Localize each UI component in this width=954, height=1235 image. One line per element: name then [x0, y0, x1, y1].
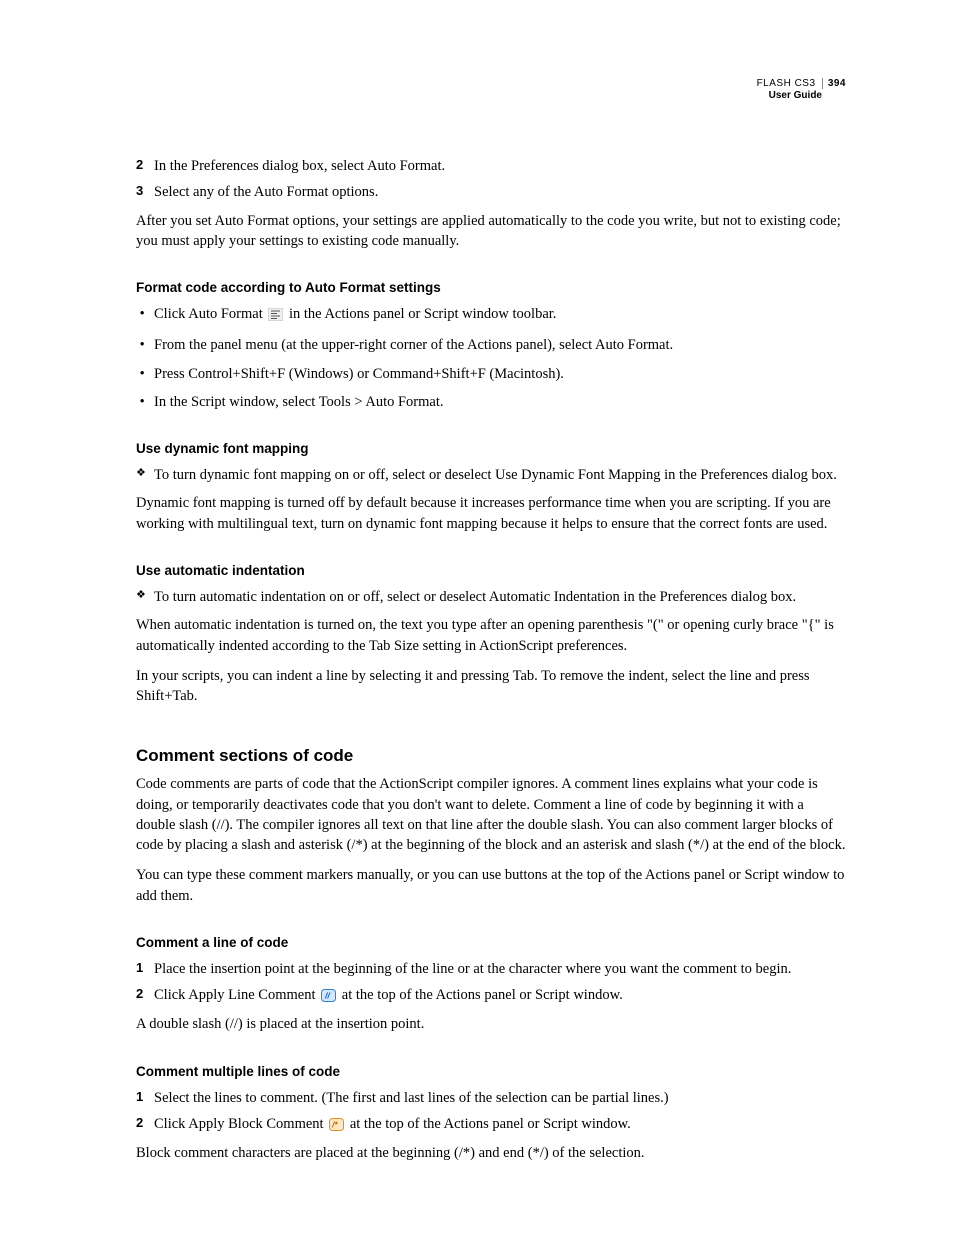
step-item: 1 Select the lines to comment. (The firs…	[136, 1088, 846, 1108]
svg-text:/*: /*	[331, 1119, 338, 1129]
paragraph: When automatic indentation is turned on,…	[136, 615, 846, 656]
text-run: at the top of the Actions panel or Scrip…	[338, 987, 623, 1003]
heading-auto-indent: Use automatic indentation	[136, 562, 846, 581]
text-run: Click Auto Format	[154, 306, 266, 322]
step-item: 2 Click Apply Line Comment // at the top…	[136, 985, 846, 1008]
bullet-text: From the panel menu (at the upper-right …	[154, 335, 846, 355]
line-comment-icon: //	[321, 988, 336, 1008]
bullet-text: In the Script window, select Tools > Aut…	[154, 392, 846, 412]
step-item: 2 Click Apply Block Comment /* at the to…	[136, 1114, 846, 1137]
page: FLASH CS3 394 User Guide 2 In the Prefer…	[0, 0, 954, 1235]
step-number: 2	[136, 156, 154, 176]
bullet-item: • From the panel menu (at the upper-righ…	[136, 335, 846, 355]
text-run: Click Apply Block Comment	[154, 1116, 327, 1132]
step-item: 1 Place the insertion point at the begin…	[136, 959, 846, 979]
diamond-marker: ❖	[136, 587, 154, 607]
text-run: at the top of the Actions panel or Scrip…	[346, 1116, 631, 1132]
bullet-marker: •	[136, 304, 154, 327]
page-header: FLASH CS3 394 User Guide	[757, 78, 846, 102]
paragraph: Block comment characters are placed at t…	[136, 1143, 846, 1163]
step-number: 2	[136, 1114, 154, 1137]
paragraph: You can type these comment markers manua…	[136, 865, 846, 906]
bullet-text: Press Control+Shift+F (Windows) or Comma…	[154, 364, 846, 384]
step-item: 3 Select any of the Auto Format options.	[136, 182, 846, 202]
bullet-text: To turn automatic indentation on or off,…	[154, 587, 846, 607]
block-comment-icon: /*	[329, 1117, 344, 1137]
bullet-marker: •	[136, 392, 154, 412]
heading-dynamic-font: Use dynamic font mapping	[136, 440, 846, 459]
step-text: Click Apply Block Comment /* at the top …	[154, 1114, 846, 1137]
bullet-item: • In the Script window, select Tools > A…	[136, 392, 846, 412]
step-item: 2 In the Preferences dialog box, select …	[136, 156, 846, 176]
paragraph: Code comments are parts of code that the…	[136, 774, 846, 855]
step-text: Select any of the Auto Format options.	[154, 182, 846, 202]
step-text: Place the insertion point at the beginni…	[154, 959, 846, 979]
page-content: 2 In the Preferences dialog box, select …	[136, 156, 846, 1164]
step-text: Click Apply Line Comment // at the top o…	[154, 985, 846, 1008]
step-number: 1	[136, 1088, 154, 1108]
bullet-item: • Press Control+Shift+F (Windows) or Com…	[136, 364, 846, 384]
paragraph: In your scripts, you can indent a line b…	[136, 666, 846, 707]
step-number: 2	[136, 985, 154, 1008]
heading-format-code: Format code according to Auto Format set…	[136, 279, 846, 298]
bullet-item: ❖ To turn dynamic font mapping on or off…	[136, 465, 846, 485]
heading-comment-line: Comment a line of code	[136, 934, 846, 953]
bullet-marker: •	[136, 335, 154, 355]
step-number: 1	[136, 959, 154, 979]
bullet-text: To turn dynamic font mapping on or off, …	[154, 465, 846, 485]
diamond-marker: ❖	[136, 465, 154, 485]
paragraph: A double slash (//) is placed at the ins…	[136, 1014, 846, 1034]
bullet-item: • Click Auto Format in the Actions panel…	[136, 304, 846, 327]
product-name: FLASH CS3	[757, 78, 816, 89]
text-run: Click Apply Line Comment	[154, 987, 319, 1003]
bullet-item: ❖ To turn automatic indentation on or of…	[136, 587, 846, 607]
paragraph: Dynamic font mapping is turned off by de…	[136, 493, 846, 534]
step-text: Select the lines to comment. (The first …	[154, 1088, 846, 1108]
guide-label: User Guide	[757, 90, 846, 102]
auto-format-icon	[268, 307, 283, 327]
heading-comment-multi: Comment multiple lines of code	[136, 1063, 846, 1082]
page-number: 394	[822, 78, 846, 89]
bullet-marker: •	[136, 364, 154, 384]
text-run: in the Actions panel or Script window to…	[285, 306, 556, 322]
heading-comment-sections: Comment sections of code	[136, 744, 846, 768]
bullet-text: Click Auto Format in the Actions panel o…	[154, 304, 846, 327]
paragraph: After you set Auto Format options, your …	[136, 211, 846, 252]
step-number: 3	[136, 182, 154, 202]
step-text: In the Preferences dialog box, select Au…	[154, 156, 846, 176]
